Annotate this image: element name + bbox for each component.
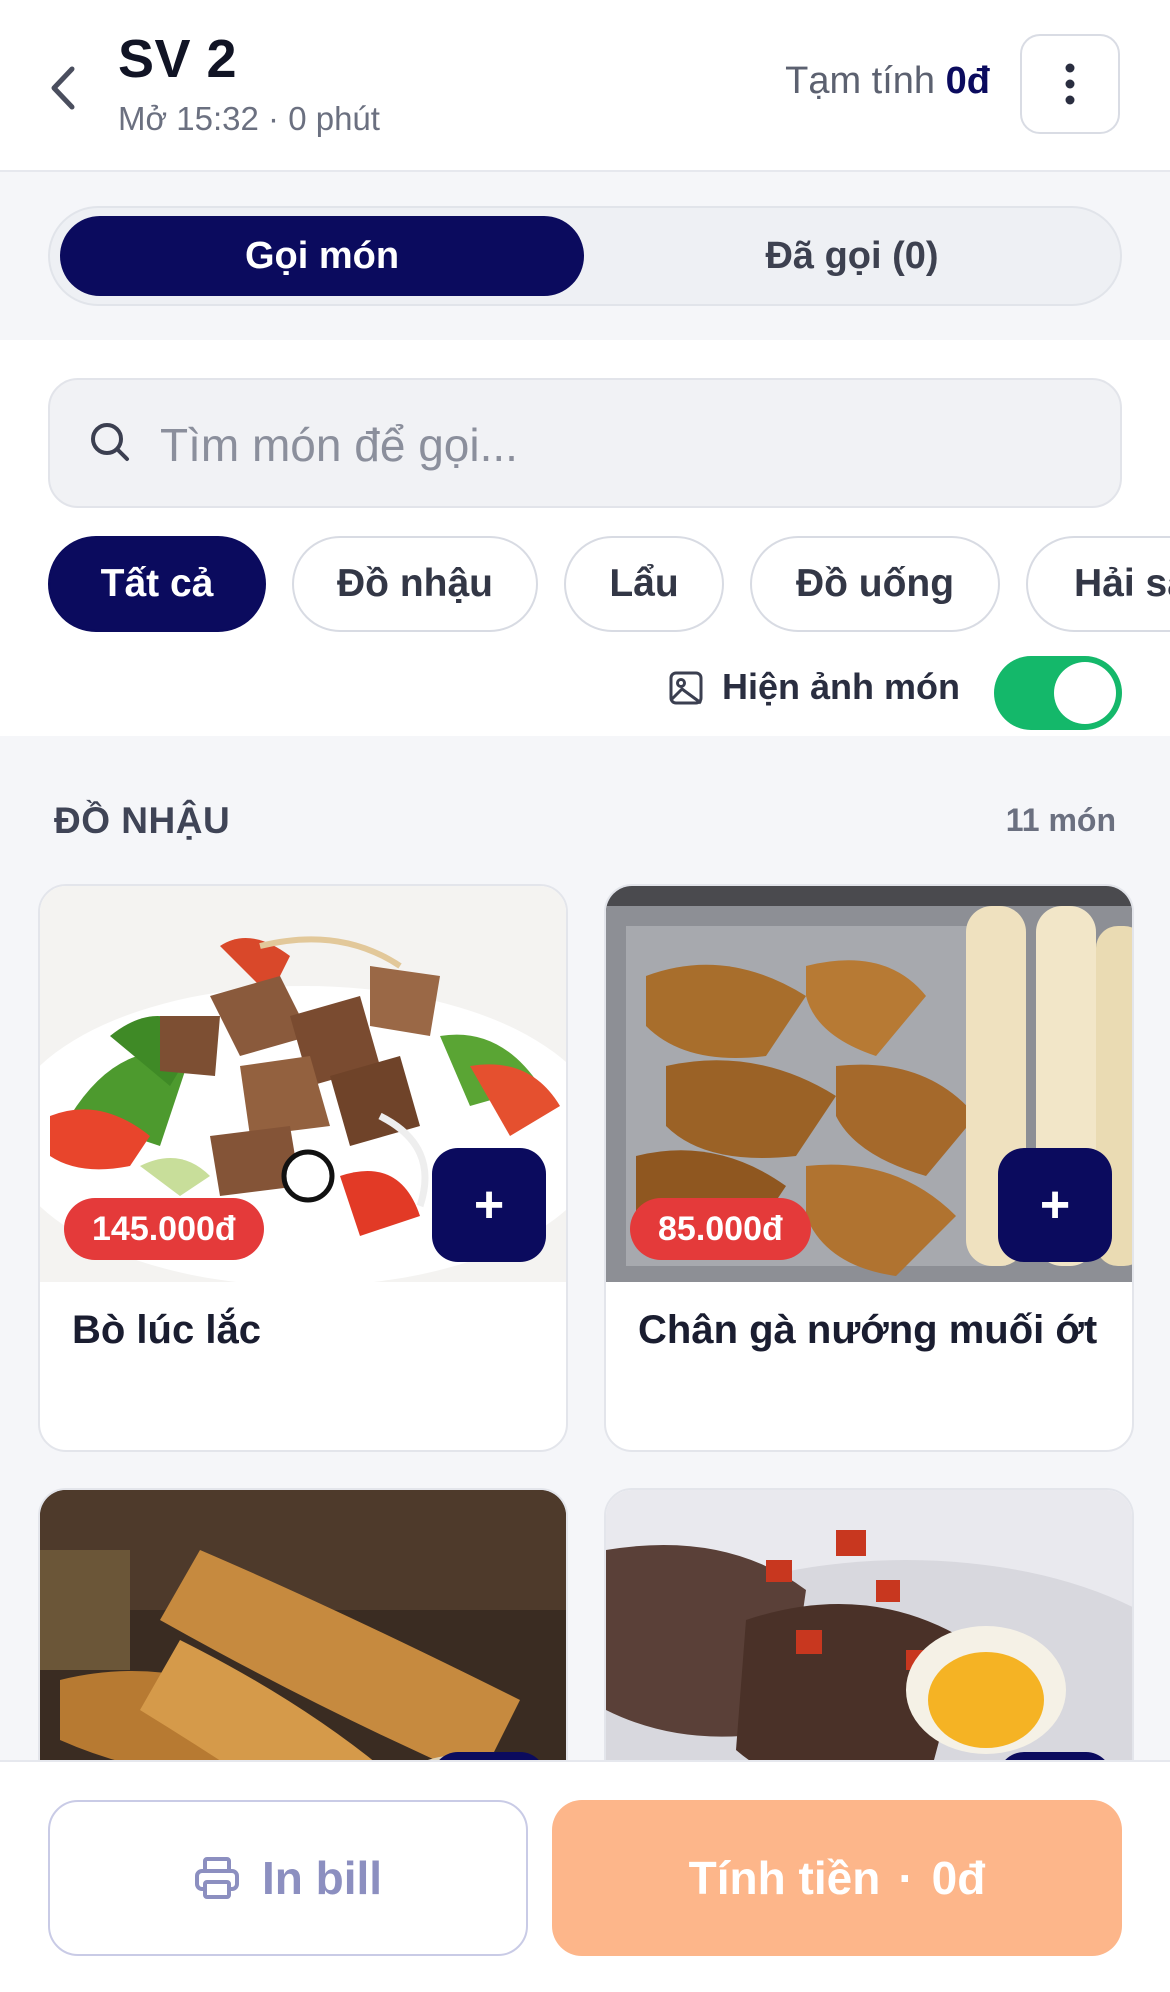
table-title: SV 2	[118, 29, 238, 89]
print-bill-label: In bill	[261, 1852, 383, 1904]
printer-icon	[194, 1857, 239, 1899]
menu-item-name: Chân gà nướng muối ớt	[638, 1308, 1098, 1352]
chip-hai-san[interactable]: Hải sản	[1026, 536, 1170, 632]
order-screen: SV 2 Mở 15:32 · 0 phút Tạm tính 0đ Gọi m…	[0, 0, 1170, 1992]
add-item-button[interactable]: +	[432, 1148, 546, 1262]
tab-ordered[interactable]: Đã gọi (0)	[590, 216, 1114, 296]
checkout-label: Tính tiền	[688, 1852, 881, 1904]
separator-dot: ·	[898, 1852, 914, 1904]
menu-item-name: Bò lúc lắc	[72, 1308, 261, 1352]
checkout-button[interactable]: Tính tiền · 0đ	[552, 1800, 1122, 1956]
chip-lau[interactable]: Lẩu	[564, 536, 724, 632]
toggle-knob	[1054, 662, 1116, 724]
section-count: 11 món	[1005, 802, 1116, 838]
plus-icon: +	[473, 1176, 505, 1234]
category-chips: Tất cả Đồ nhậu Lẩu Đồ uống Hải sản	[48, 536, 1170, 636]
search-box[interactable]	[48, 378, 1122, 508]
bottom-action-bar: In bill Tính tiền · 0đ	[0, 1760, 1170, 1992]
back-button[interactable]	[38, 58, 88, 118]
header: SV 2 Mở 15:32 · 0 phút Tạm tính 0đ	[0, 0, 1170, 172]
filter-area: Tất cả Đồ nhậu Lẩu Đồ uống Hải sản Hiện …	[0, 340, 1170, 736]
image-toggle-label: Hiện ảnh món	[722, 666, 961, 707]
table-opened-time: Mở 15:32 · 0 phút	[118, 100, 380, 137]
image-toggle-switch[interactable]	[994, 656, 1122, 730]
subtotal-label: Tạm tính	[785, 60, 936, 102]
menu-item-card[interactable]: 85.000đ + Chân gà nướng muối ớt	[604, 884, 1134, 1452]
more-vertical-icon	[1065, 63, 1075, 105]
checkout-amount: 0đ	[931, 1852, 986, 1904]
subtotal: Tạm tính 0đ	[785, 60, 990, 103]
tab-order-items[interactable]: Gọi món	[60, 216, 584, 296]
chip-do-uong[interactable]: Đồ uống	[750, 536, 1000, 632]
plus-icon: +	[1039, 1176, 1071, 1234]
chip-do-nhau[interactable]: Đồ nhậu	[292, 536, 538, 632]
price-badge: 85.000đ	[630, 1198, 811, 1260]
menu-item-card[interactable]: 145.000đ + Bò lúc lắc	[38, 884, 568, 1452]
order-tabs: Gọi món Đã gọi (0)	[48, 206, 1122, 306]
subtotal-value: 0đ	[945, 60, 990, 102]
chip-all[interactable]: Tất cả	[48, 536, 266, 632]
more-options-button[interactable]	[1020, 34, 1120, 134]
search-icon	[91, 423, 129, 461]
search-input[interactable]	[160, 410, 1060, 480]
image-toggle-row: Hiện ảnh món	[0, 648, 1170, 730]
image-icon	[669, 671, 703, 705]
print-bill-button[interactable]: In bill	[48, 1800, 528, 1956]
tabs-area: Gọi món Đã gọi (0)	[0, 174, 1170, 340]
price-badge: 145.000đ	[64, 1198, 264, 1260]
chevron-left-icon	[51, 66, 75, 110]
add-item-button[interactable]: +	[998, 1148, 1112, 1262]
section-title: ĐỒ NHẬU	[54, 800, 231, 841]
